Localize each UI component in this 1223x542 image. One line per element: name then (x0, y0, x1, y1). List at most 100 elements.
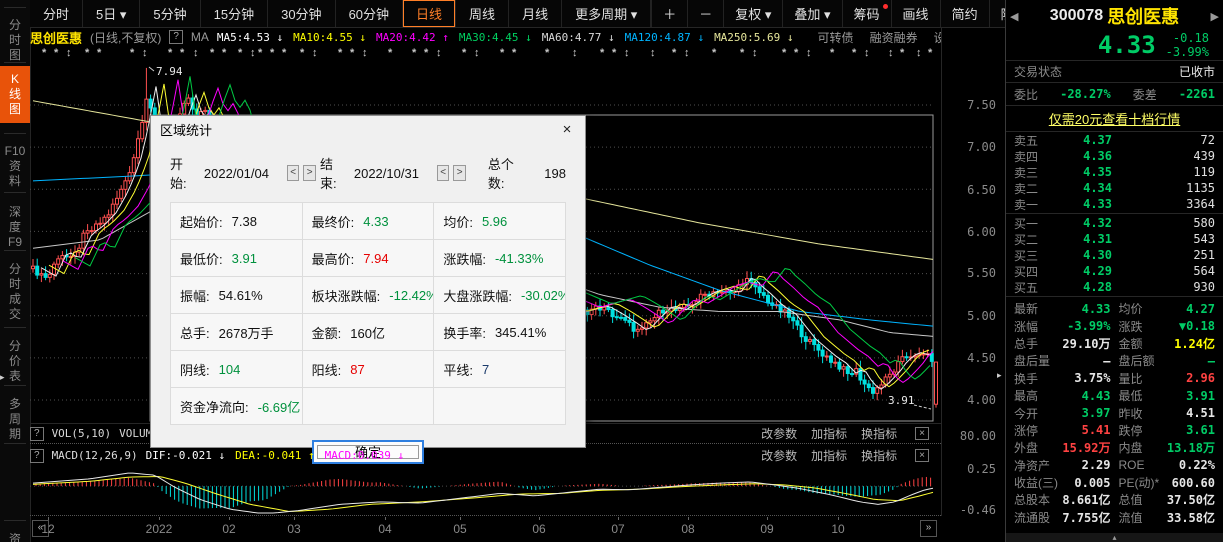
event-marker-icon[interactable]: * (54, 47, 58, 59)
event-marker-icon[interactable]: ↕ (362, 47, 368, 59)
event-marker-icon[interactable]: ↕ (474, 47, 480, 59)
promo-banner[interactable]: 仅需20元查看十档行情 (1006, 105, 1223, 132)
sell-level-row[interactable]: 卖五 4.37 72 (1006, 132, 1223, 148)
toolbar-button[interactable]: 复权 ▾ (723, 0, 782, 27)
event-marker-icon[interactable]: * (462, 47, 466, 59)
event-marker-icon[interactable]: * (928, 47, 932, 59)
event-marker-icon[interactable]: * (168, 47, 172, 59)
indicator-link[interactable]: 加指标 (811, 447, 847, 464)
buy-level-row[interactable]: 买四 4.29 564 (1006, 263, 1223, 279)
event-marker-icon[interactable]: * (350, 47, 354, 59)
event-marker-icon[interactable]: * (85, 47, 89, 59)
event-marker-icon[interactable]: * (222, 47, 226, 59)
event-marker-icon[interactable]: * (794, 47, 798, 59)
event-marker-icon[interactable]: * (612, 47, 616, 59)
event-marker-icon[interactable]: * (300, 47, 304, 59)
help-icon[interactable]: ? (169, 30, 183, 44)
event-marker-icon[interactable]: * (42, 47, 46, 59)
chart-link[interactable]: 可转债 (818, 29, 854, 46)
event-marker-icon[interactable]: * (238, 47, 242, 59)
event-marker-icon[interactable]: ↕ (684, 47, 690, 59)
event-marker-icon[interactable]: * (852, 47, 856, 59)
event-marker-icon[interactable]: * (180, 47, 184, 59)
indicator-link[interactable]: 加指标 (811, 425, 847, 442)
event-marker-icon[interactable]: * (270, 47, 274, 59)
buy-level-row[interactable]: 买一 4.32 580 (1006, 215, 1223, 231)
event-marker-icon[interactable]: * (740, 47, 744, 59)
event-marker-icon[interactable]: ↕ (864, 47, 870, 59)
event-marker-icon[interactable]: * (672, 47, 676, 59)
buy-level-row[interactable]: 买二 4.31 543 (1006, 231, 1223, 247)
event-marker-icon[interactable]: ↕ (572, 47, 578, 59)
sell-level-row[interactable]: 卖一 4.33 3364 (1006, 196, 1223, 212)
next-stock-icon[interactable]: ▶ (1211, 10, 1219, 23)
event-marker-icon[interactable]: ↕ (250, 47, 256, 59)
event-marker-icon[interactable]: * (97, 47, 101, 59)
event-marker-icon[interactable]: * (782, 47, 786, 59)
event-marker-icon[interactable]: ↕ (624, 47, 630, 59)
event-marker-icon[interactable]: ↕ (888, 47, 894, 59)
chart-link[interactable]: 设置均线 ▾ (934, 29, 941, 46)
indicator-link[interactable]: 改参数 (761, 425, 797, 442)
toolbar-button[interactable]: ＋ (651, 0, 687, 27)
event-marker-icon[interactable]: * (830, 47, 834, 59)
event-marker-icon[interactable]: * (545, 47, 549, 59)
close-indicator-icon[interactable]: × (915, 449, 929, 462)
dialog-close-icon[interactable]: × (558, 121, 576, 138)
scroll-right-button[interactable]: » (920, 520, 937, 537)
macd-pane[interactable]: ? MACD(12,26,9) DIF:-0.021 ↓ DEA:-0.041 … (30, 445, 941, 516)
event-marker-icon[interactable]: ↕ (806, 47, 812, 59)
sidebar-tab[interactable]: 深 度 F9 (0, 199, 30, 256)
event-marker-icon[interactable]: ↕ (312, 47, 318, 59)
event-marker-icon[interactable]: ↕ (916, 47, 922, 59)
chart-link[interactable]: 融资融券 (870, 29, 918, 46)
event-marker-icon[interactable]: * (130, 47, 134, 59)
event-marker-icon[interactable]: * (412, 47, 416, 59)
event-marker-icon[interactable]: * (210, 47, 214, 59)
dialog-titlebar[interactable]: 区域统计 × (151, 116, 585, 142)
period-button[interactable]: 周线 (456, 0, 509, 27)
event-marker-icon[interactable]: ↕ (650, 47, 656, 59)
event-marker-icon[interactable]: * (712, 47, 716, 59)
left-splitter-arrow[interactable]: ▸ (0, 372, 5, 383)
indicator-link[interactable]: 换指标 (861, 447, 897, 464)
event-marker-icon[interactable]: ↕ (752, 47, 758, 59)
close-indicator-icon[interactable]: × (915, 427, 929, 440)
end-date-next-button[interactable]: > (453, 165, 465, 181)
sidebar-tab[interactable]: 分 时 成 交 (0, 256, 30, 328)
event-marker-icon[interactable]: * (258, 47, 262, 59)
sell-level-row[interactable]: 卖四 4.36 439 (1006, 148, 1223, 164)
period-button[interactable]: 30分钟 (268, 0, 335, 27)
buy-level-row[interactable]: 买三 4.30 251 (1006, 247, 1223, 263)
buy-level-row[interactable]: 买五 4.28 930 (1006, 279, 1223, 295)
toolbar-button[interactable]: 筹码 (842, 0, 891, 27)
event-marker-icon[interactable]: * (512, 47, 516, 59)
event-marker-icon[interactable]: * (424, 47, 428, 59)
period-button[interactable]: 分时 (30, 0, 83, 27)
event-marker-icon[interactable]: * (900, 47, 904, 59)
event-marker-icon[interactable]: * (338, 47, 342, 59)
event-marker-icon[interactable]: ↕ (66, 47, 72, 59)
sell-level-row[interactable]: 卖三 4.35 119 (1006, 164, 1223, 180)
right-splitter-arrow[interactable]: ▸ (997, 370, 1002, 381)
sidebar-tab[interactable]: F10 资 料 (0, 138, 30, 195)
sidebar-tab[interactable]: 多 周 期 (0, 391, 30, 448)
event-marker-icon[interactable]: * (388, 47, 392, 59)
event-marker-icon[interactable]: ↕ (436, 47, 442, 59)
period-button[interactable]: 15分钟 (201, 0, 268, 27)
start-date-next-button[interactable]: > (303, 165, 315, 181)
period-button[interactable]: 更多周期 ▾ (562, 0, 651, 27)
event-marker-icon[interactable]: * (500, 47, 504, 59)
sidebar-tab[interactable]: 分 时 图 (0, 12, 30, 69)
toolbar-button[interactable]: 画线 (891, 0, 940, 27)
period-button[interactable]: 月线 (509, 0, 562, 27)
panel-collapse-handle[interactable]: ▴ (1006, 533, 1223, 542)
event-marker-icon[interactable]: ↕ (193, 47, 199, 59)
period-button[interactable]: 5日 ▾ (83, 0, 140, 27)
sell-level-row[interactable]: 卖二 4.34 1135 (1006, 180, 1223, 196)
toolbar-button[interactable]: － (687, 0, 723, 27)
help-icon[interactable]: ? (30, 449, 44, 463)
event-marker-icon[interactable]: * (282, 47, 286, 59)
event-marker-icon[interactable]: ↕ (142, 47, 148, 59)
period-button[interactable]: 5分钟 (140, 0, 200, 27)
